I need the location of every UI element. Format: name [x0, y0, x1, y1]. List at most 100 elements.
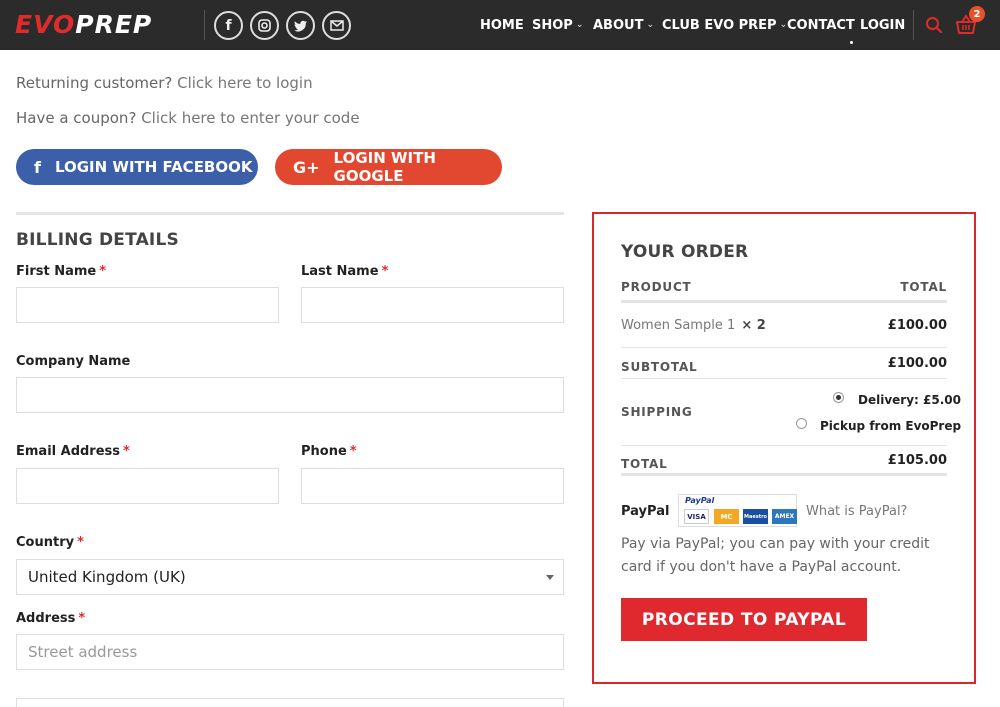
nav-login-label: LOGIN — [860, 17, 906, 33]
nav-about[interactable]: ABOUT ⌄ — [593, 0, 654, 50]
total-label: TOTAL — [621, 457, 668, 471]
company-name-label: Company Name — [16, 354, 130, 369]
subtotal-value: £100.00 — [887, 356, 947, 371]
amex-label: AMEX — [774, 513, 795, 520]
first-name-label-text: First Name — [16, 264, 97, 279]
phone-field[interactable] — [301, 468, 564, 504]
item-total: £100.00 — [887, 318, 947, 333]
paypal-payment-label[interactable]: PayPal — [621, 504, 669, 519]
country-selected-value: United Kingdom (UK) — [28, 568, 186, 586]
cart-count-badge: 2 — [969, 6, 985, 22]
login-facebook-button[interactable]: f LOGIN WITH FACEBOOK — [16, 149, 258, 185]
search-icon[interactable] — [925, 16, 943, 34]
nav-login[interactable]: LOGIN — [860, 0, 905, 50]
google-button-label: LOGIN WITH GOOGLE — [333, 149, 436, 185]
header-divider — [204, 10, 205, 40]
required-mark: * — [349, 444, 357, 459]
twitter-icon[interactable] — [286, 11, 315, 40]
login-google-button[interactable]: G+ LOGIN WITH GOOGLE — [275, 149, 502, 185]
email-label: Email Address * — [16, 444, 130, 459]
email-field[interactable] — [16, 468, 279, 504]
coupon-notice: Have a coupon? Click here to enter your … — [16, 109, 360, 127]
nav-shop-label: SHOP — [532, 17, 573, 33]
item-quantity: × 2 — [741, 318, 766, 333]
required-mark: * — [123, 444, 130, 459]
last-name-field[interactable] — [301, 287, 564, 323]
subtotal-row: SUBTOTAL £100.00 — [621, 356, 947, 375]
nav-about-label: ABOUT — [593, 17, 644, 33]
subtotal-label: SUBTOTAL — [621, 360, 698, 374]
nav-contact-label: CONTACT — [787, 17, 855, 33]
coupon-prefix: Have a coupon? — [16, 109, 137, 127]
shipping-pickup-radio[interactable] — [796, 418, 807, 429]
address-label-text: Address — [16, 611, 76, 626]
required-mark: * — [78, 611, 86, 626]
proceed-button-label: PROCEED TO PAYPAL — [641, 609, 847, 630]
mail-icon[interactable] — [322, 11, 351, 40]
chevron-down-icon: ⌄ — [646, 20, 654, 30]
shipping-delivery-label[interactable]: Delivery: £5.00 — [858, 393, 961, 407]
company-label-text: Company Name — [16, 354, 131, 369]
nav-club-label: CLUB EVO PREP — [662, 17, 777, 33]
nav-contact[interactable]: CONTACT — [787, 0, 855, 50]
required-mark: * — [77, 535, 84, 550]
nav-home-label: HOME — [480, 17, 524, 33]
required-mark: * — [99, 264, 107, 279]
nav-club-evo-prep[interactable]: CLUB EVO PREP ⌄ — [662, 0, 787, 50]
returning-customer-notice: Returning customer? Click here to login — [16, 74, 313, 92]
first-name-field[interactable] — [16, 287, 279, 323]
table-divider — [621, 378, 947, 379]
amex-card-icon: AMEX — [772, 509, 797, 524]
table-divider — [621, 473, 947, 476]
last-name-label-text: Last Name — [301, 264, 379, 279]
header-divider — [913, 10, 914, 40]
facebook-icon: f — [34, 157, 41, 177]
chevron-down-icon: ⌄ — [779, 20, 788, 30]
required-mark: * — [381, 264, 389, 279]
shipping-pickup-label[interactable]: Pickup from EvoPrep — [820, 419, 961, 433]
shipping-delivery-radio[interactable] — [833, 392, 844, 403]
street-address-field[interactable]: Street address — [16, 634, 564, 670]
paypal-acceptance-mark: PayPal VISA MC Maestro AMEX — [678, 494, 797, 527]
paypal-logo: PayPal — [685, 496, 715, 505]
address-line-2-field[interactable] — [16, 698, 564, 707]
item-name: Women Sample 1 — [621, 318, 736, 333]
shipping-label: SHIPPING — [621, 405, 693, 419]
logo-evo: EVO — [15, 10, 76, 39]
country-label: Country * — [16, 535, 84, 550]
product-column-header: PRODUCT — [621, 280, 692, 294]
facebook-button-label: LOGIN WITH FACEBOOK — [54, 158, 253, 176]
what-is-paypal-link[interactable]: What is PayPal? — [806, 504, 907, 519]
coupon-link[interactable]: Click here to enter your code — [141, 109, 359, 127]
dropdown-arrow-icon — [546, 575, 554, 580]
nav-home[interactable]: HOME — [480, 0, 524, 50]
order-item-row: Women Sample 1 × 2 £100.00 — [621, 318, 947, 333]
maestro-card-icon: Maestro — [743, 509, 768, 524]
facebook-icon[interactable]: f — [214, 11, 243, 40]
total-value: £105.00 — [887, 453, 947, 468]
logo-prep: PREP — [75, 10, 153, 39]
paypal-description-line-2: card if you don't have a PayPal account. — [621, 559, 902, 575]
instagram-icon[interactable] — [250, 11, 279, 40]
order-title: YOUR ORDER — [621, 242, 749, 262]
address-label: Address * — [16, 611, 85, 626]
section-divider — [16, 212, 564, 215]
mastercard-label: MC — [720, 512, 733, 521]
table-divider — [621, 300, 947, 303]
table-divider — [621, 347, 947, 348]
proceed-to-paypal-button[interactable]: PROCEED TO PAYPAL — [621, 598, 867, 641]
phone-label: Phone * — [301, 444, 357, 459]
site-logo[interactable]: EVOPREP — [15, 12, 152, 38]
visa-card-icon: VISA — [684, 509, 709, 524]
paypal-description-line-1: Pay via PayPal; you can pay with your cr… — [621, 536, 930, 552]
maestro-label: Maestro — [743, 513, 767, 520]
company-name-field[interactable] — [16, 377, 564, 413]
country-select[interactable]: United Kingdom (UK) — [16, 559, 564, 595]
street-address-placeholder: Street address — [28, 643, 138, 661]
login-link[interactable]: Click here to login — [177, 74, 312, 92]
nav-shop[interactable]: SHOP ⌄ — [532, 0, 583, 50]
table-divider — [621, 445, 947, 446]
chevron-down-icon: ⌄ — [575, 20, 584, 30]
mastercard-icon: MC — [714, 509, 739, 524]
google-plus-icon: G+ — [293, 157, 320, 177]
